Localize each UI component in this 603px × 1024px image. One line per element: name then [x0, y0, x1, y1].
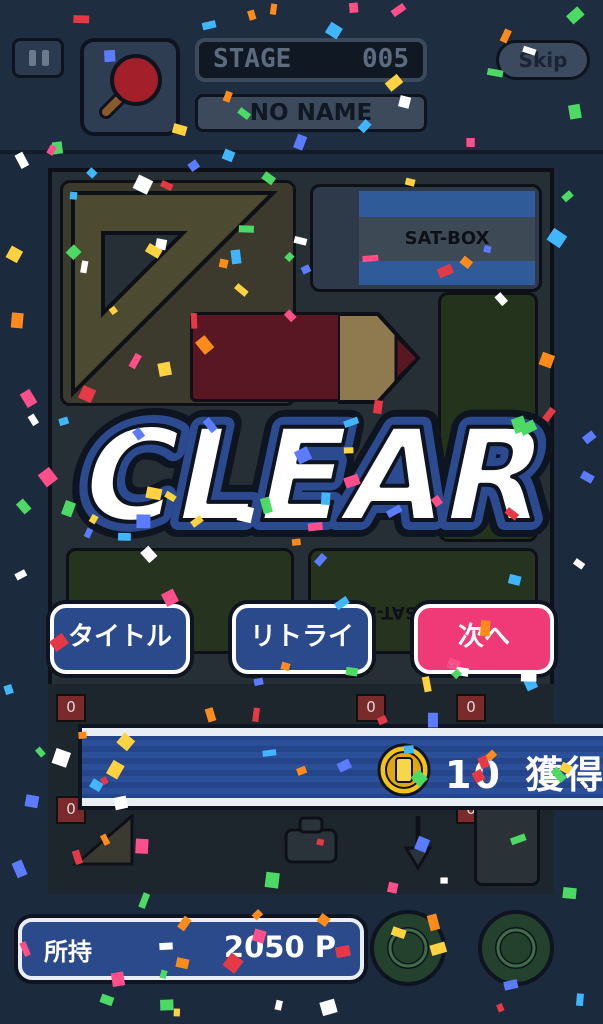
confetti-piece: [34, 746, 46, 758]
shovel-icon: [403, 816, 433, 871]
sat-box-piece[interactable]: SAT-BOX: [310, 184, 542, 292]
title-button[interactable]: タイトル: [50, 604, 190, 674]
confetti-piece: [581, 430, 597, 445]
confetti-piece: [575, 993, 584, 1007]
confetti-piece: [19, 388, 38, 409]
clip-icon: [284, 816, 338, 864]
rotate-icon: [495, 927, 537, 969]
reward-amount: 10: [445, 753, 502, 797]
small-set-square-icon: [72, 812, 134, 866]
confetti-piece: [138, 892, 151, 909]
next-button[interactable]: 次へ: [414, 604, 554, 674]
stage-number: 005: [362, 44, 409, 74]
player-name: NO NAME: [195, 94, 427, 132]
pencil-piece[interactable]: [190, 312, 342, 402]
confetti-piece: [173, 1008, 181, 1017]
confetti-piece: [5, 245, 24, 264]
confetti-piece: [496, 1003, 505, 1013]
stage-label: STAGE: [213, 44, 292, 74]
confetti-piece: [14, 569, 28, 581]
confetti-piece: [579, 470, 595, 484]
pause-button[interactable]: [12, 38, 64, 78]
confetti-piece: [274, 999, 284, 1011]
retry-button[interactable]: リトライ: [232, 604, 372, 674]
confetti-piece: [27, 413, 40, 427]
header-bar: STAGE 005 NO NAME Skip: [0, 0, 603, 154]
item-slot[interactable]: [80, 38, 180, 136]
confetti-piece: [14, 151, 30, 169]
rotate-right-button[interactable]: [478, 910, 554, 986]
confetti-piece: [561, 190, 574, 203]
confetti-piece: [10, 312, 24, 329]
confetti-piece: [11, 859, 28, 879]
ping-pong-paddle-icon: [99, 54, 162, 119]
confetti-piece: [24, 794, 40, 809]
balance-label: 所持: [44, 938, 92, 966]
rotate-icon: [387, 927, 429, 969]
confetti-piece: [15, 498, 32, 515]
confetti-piece: [3, 684, 14, 696]
skip-button[interactable]: Skip: [496, 40, 590, 80]
reward-text: 10 獲得: [445, 744, 603, 799]
clear-title: CLEAR CLEAR CLEAR: [51, 400, 570, 560]
points-balance: 所持 2050 P: [18, 918, 364, 980]
confetti-piece: [159, 999, 174, 1011]
sat-box-label: SAT-BOX: [359, 217, 535, 261]
confetti-piece: [99, 993, 115, 1007]
pause-icon: [29, 50, 36, 66]
pause-icon-bar: [42, 50, 49, 66]
coin-icon: [377, 743, 431, 797]
confetti-piece: [562, 886, 577, 900]
counter-badge: 0: [456, 694, 486, 722]
balance-value: 2050 P: [223, 930, 336, 964]
confetti-piece: [319, 998, 338, 1017]
rotate-left-button[interactable]: [370, 910, 446, 986]
reward-suffix: 獲得: [525, 753, 603, 797]
stage-indicator: STAGE 005: [195, 38, 427, 82]
counter-badge: 0: [356, 694, 386, 722]
counter-badge: 0: [56, 694, 86, 722]
pencil-tip-icon: [338, 312, 421, 404]
battery-piece[interactable]: [474, 800, 540, 886]
confetti-piece: [572, 558, 586, 570]
clear-fill: CLEAR: [68, 401, 560, 550]
